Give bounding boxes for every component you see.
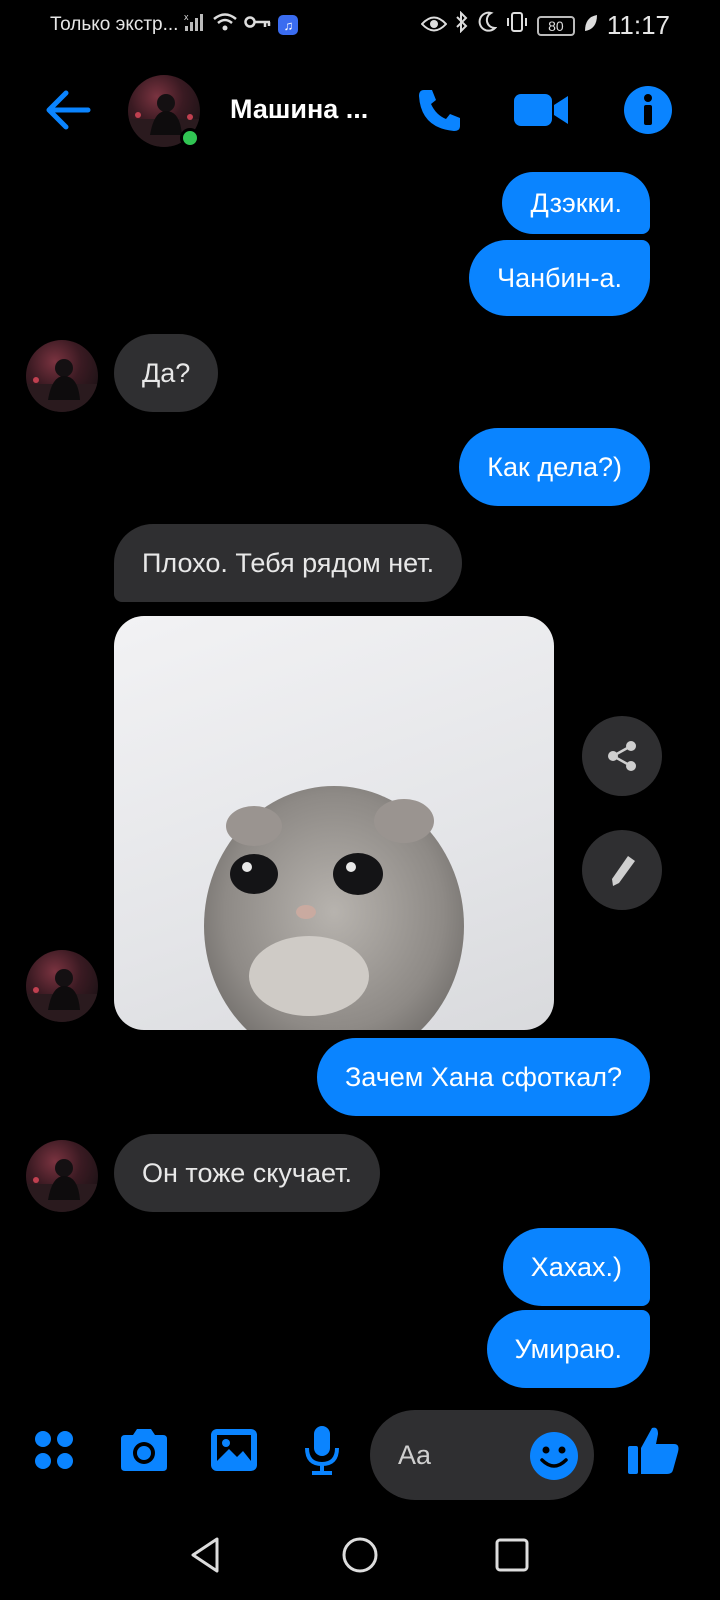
music-app-icon: ♫ xyxy=(278,15,299,35)
leaf-icon xyxy=(583,12,599,40)
info-button[interactable] xyxy=(618,82,678,138)
status-left: Только экстр... x ♫ xyxy=(50,12,299,38)
camera-button[interactable] xyxy=(114,1420,174,1480)
message-incoming[interactable]: Плохо. Тебя рядом нет. xyxy=(114,524,463,602)
chat-header: Машина ... xyxy=(0,60,720,160)
video-camera-icon xyxy=(514,94,568,126)
message-input[interactable]: Aa xyxy=(370,1410,594,1500)
signal-icon: x xyxy=(184,12,206,38)
nav-home-button[interactable] xyxy=(335,1530,385,1580)
message-input-placeholder: Aa xyxy=(398,1440,432,1470)
message-incoming[interactable]: Он тоже скучает. xyxy=(114,1134,380,1212)
status-bar: Только экстр... x ♫ 80 11:17 xyxy=(0,0,720,50)
vibrate-icon xyxy=(505,11,529,40)
more-actions-button[interactable] xyxy=(24,1420,84,1480)
video-call-button[interactable] xyxy=(512,82,572,138)
message-outgoing[interactable]: Дзэкки. xyxy=(502,172,650,234)
image-icon xyxy=(211,1429,257,1471)
like-button[interactable] xyxy=(624,1420,684,1480)
camera-icon xyxy=(121,1429,167,1471)
gallery-button[interactable] xyxy=(204,1420,264,1480)
clock: 11:17 xyxy=(606,10,670,40)
avatar-figure-icon xyxy=(26,359,98,412)
hamster-photo xyxy=(204,786,464,1030)
edit-photo-button[interactable] xyxy=(582,830,662,910)
phone-icon xyxy=(419,90,460,131)
grid-dots-icon xyxy=(35,1431,73,1469)
sender-avatar[interactable] xyxy=(26,1140,98,1212)
eye-icon xyxy=(420,12,448,40)
bluetooth-icon xyxy=(455,10,469,40)
back-arrow-icon xyxy=(46,90,91,130)
message-composer: Aa xyxy=(0,1390,720,1510)
message-outgoing[interactable]: Как дела?) xyxy=(459,428,650,506)
carrier-label: Только экстр... xyxy=(50,14,179,35)
system-nav-bar xyxy=(0,1510,720,1600)
wifi-icon xyxy=(212,12,238,38)
nav-back-button[interactable] xyxy=(180,1530,230,1580)
thumbs-up-icon xyxy=(628,1427,679,1474)
message-outgoing[interactable]: Умираю. xyxy=(486,1310,650,1388)
nav-recents-button[interactable] xyxy=(487,1530,537,1580)
moon-icon xyxy=(477,11,498,40)
info-icon xyxy=(624,86,672,134)
voice-call-button[interactable] xyxy=(410,82,470,138)
message-outgoing[interactable]: Чанбин-а. xyxy=(469,240,650,316)
circle-home-icon xyxy=(342,1537,378,1573)
square-recents-icon xyxy=(495,1538,529,1572)
vpn-key-icon xyxy=(244,14,272,36)
smiley-icon xyxy=(530,1432,578,1480)
sender-avatar[interactable] xyxy=(26,950,98,1022)
share-button[interactable] xyxy=(582,716,662,796)
message-outgoing[interactable]: Зачем Хана сфоткал? xyxy=(316,1038,650,1116)
message-list[interactable]: Дзэкки. Чанбин-а. Да? Как дела?) Плохо. … xyxy=(0,160,720,1390)
triangle-back-icon xyxy=(191,1537,219,1573)
message-outgoing[interactable]: Хахах.) xyxy=(502,1228,650,1306)
avatar-figure-icon xyxy=(26,969,98,1022)
pencil-icon xyxy=(612,856,635,886)
status-right: 80 11:17 xyxy=(420,10,670,41)
back-button[interactable] xyxy=(40,82,96,138)
photo-attachment[interactable] xyxy=(114,616,554,1030)
online-status-dot xyxy=(180,128,200,148)
share-icon xyxy=(608,741,636,771)
avatar-figure-icon xyxy=(26,1159,98,1212)
voice-message-button[interactable] xyxy=(292,1420,352,1480)
message-incoming[interactable]: Да? xyxy=(114,334,219,412)
microphone-icon xyxy=(305,1426,339,1475)
contact-name[interactable]: Машина ... xyxy=(230,94,368,125)
svg-text:x: x xyxy=(184,12,189,22)
emoji-button[interactable] xyxy=(528,1430,580,1482)
sender-avatar[interactable] xyxy=(26,340,98,412)
battery-indicator: 80 xyxy=(536,15,575,36)
